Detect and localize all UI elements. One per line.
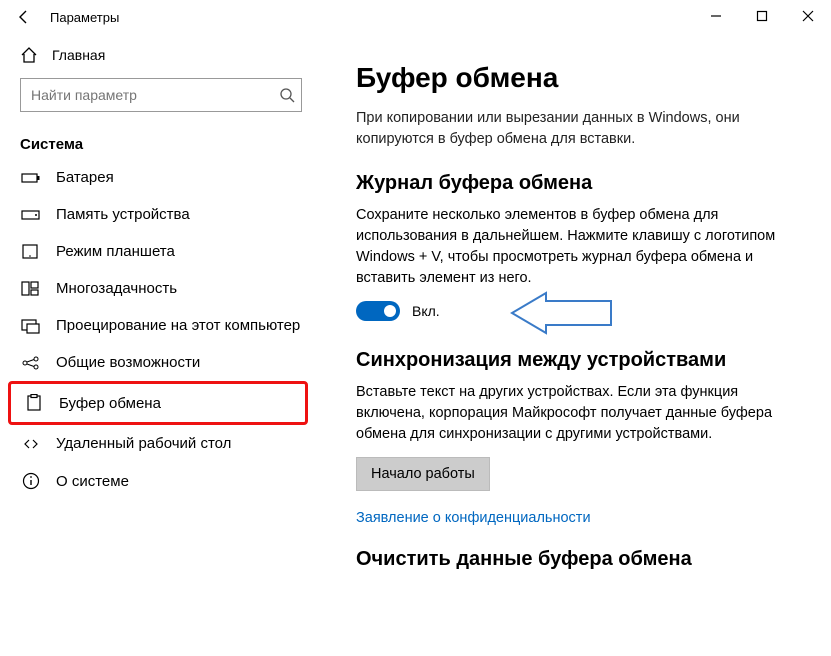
info-icon xyxy=(20,472,42,490)
sidebar-item-about[interactable]: О системе xyxy=(2,462,320,500)
sidebar: Главная Система Батарея Память устройств… xyxy=(0,34,320,656)
sidebar-item-tablet[interactable]: Режим планшета xyxy=(2,233,320,270)
multitasking-icon xyxy=(20,281,42,297)
sidebar-item-label: Проецирование на этот компьютер xyxy=(56,317,300,334)
projecting-icon xyxy=(20,318,42,334)
sidebar-item-label: Режим планшета xyxy=(56,243,175,260)
close-button[interactable] xyxy=(785,0,831,32)
annotation-arrow-icon xyxy=(506,291,616,335)
history-heading: Журнал буфера обмена xyxy=(356,172,807,195)
sidebar-item-storage[interactable]: Память устройства xyxy=(2,196,320,233)
tablet-icon xyxy=(20,244,42,260)
sidebar-item-remote-desktop[interactable]: Удаленный рабочий стол xyxy=(2,425,320,462)
sidebar-item-battery[interactable]: Батарея xyxy=(2,159,320,196)
sidebar-item-label: Многозадачность xyxy=(56,280,177,297)
clear-heading: Очистить данные буфера обмена xyxy=(356,548,807,571)
page-title: Буфер обмена xyxy=(356,62,807,94)
search-icon xyxy=(279,87,295,103)
sidebar-item-shared[interactable]: Общие возможности xyxy=(2,344,320,381)
sidebar-item-multitasking[interactable]: Многозадачность xyxy=(2,270,320,307)
sync-start-button[interactable]: Начало работы xyxy=(356,457,490,491)
sidebar-home-label: Главная xyxy=(52,47,105,63)
shared-icon xyxy=(20,355,42,371)
remote-desktop-icon xyxy=(20,436,42,452)
window-title: Параметры xyxy=(50,10,119,25)
clipboard-icon xyxy=(23,394,45,412)
sidebar-item-label: Общие возможности xyxy=(56,354,200,371)
sidebar-item-label: Буфер обмена xyxy=(59,395,161,412)
sidebar-item-label: Удаленный рабочий стол xyxy=(56,435,231,452)
main-content: Буфер обмена При копировании или вырезан… xyxy=(320,34,831,656)
sidebar-section-label: Система xyxy=(2,122,320,159)
privacy-link[interactable]: Заявление о конфиденциальности xyxy=(356,510,591,526)
storage-icon xyxy=(20,208,42,222)
history-body: Сохраните несколько элементов в буфер об… xyxy=(356,205,786,289)
back-button[interactable] xyxy=(10,3,38,31)
battery-icon xyxy=(20,171,42,185)
home-icon xyxy=(20,46,38,64)
search-input[interactable] xyxy=(31,87,273,103)
annotation-highlight: Буфер обмена xyxy=(8,381,308,425)
sidebar-item-label: Память устройства xyxy=(56,206,190,223)
sidebar-item-projecting[interactable]: Проецирование на этот компьютер xyxy=(2,307,320,344)
sidebar-item-clipboard[interactable]: Буфер обмена xyxy=(11,384,305,422)
sidebar-home[interactable]: Главная xyxy=(2,38,320,72)
sync-heading: Синхронизация между устройствами xyxy=(356,349,807,372)
minimize-button[interactable] xyxy=(693,0,739,32)
maximize-button[interactable] xyxy=(739,0,785,32)
sidebar-item-label: Батарея xyxy=(56,169,114,186)
sidebar-item-label: О системе xyxy=(56,473,129,490)
search-box[interactable] xyxy=(20,78,302,112)
history-toggle[interactable] xyxy=(356,301,400,321)
sync-body: Вставьте текст на других устройствах. Ес… xyxy=(356,382,786,445)
history-toggle-label: Вкл. xyxy=(412,303,440,319)
page-intro: При копировании или вырезании данных в W… xyxy=(356,108,786,150)
